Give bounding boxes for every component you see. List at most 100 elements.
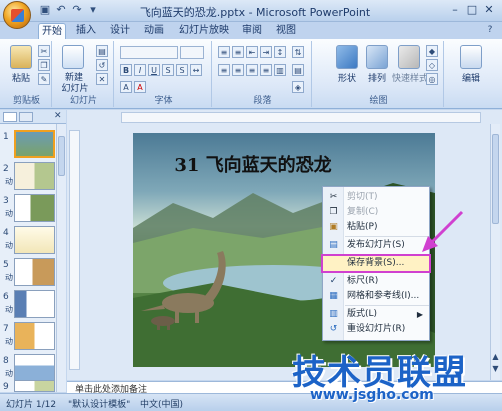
shape-effects-icon[interactable]: ◎ bbox=[426, 73, 438, 85]
cut-icon[interactable]: ✂ bbox=[38, 45, 50, 57]
new-slide-icon[interactable] bbox=[62, 45, 84, 69]
tab-review[interactable]: 审阅 bbox=[238, 23, 266, 39]
paste-icon[interactable] bbox=[10, 45, 32, 69]
slide-thumbnail[interactable] bbox=[14, 258, 55, 286]
menu-item-label: 剪切(T) bbox=[347, 192, 378, 202]
slide-title[interactable]: 31 飞向蓝天的恐龙 bbox=[133, 151, 373, 177]
slide-thumbnail[interactable] bbox=[14, 130, 55, 158]
slide-thumbnail[interactable] bbox=[14, 354, 55, 382]
paste-button[interactable]: 粘贴 bbox=[6, 71, 36, 84]
office-logo-icon bbox=[11, 9, 24, 22]
increase-indent-icon[interactable]: ⇥ bbox=[260, 46, 272, 58]
font-size-combo[interactable] bbox=[180, 46, 204, 59]
slides-tab[interactable] bbox=[3, 112, 17, 122]
editing-button[interactable]: 编辑 bbox=[452, 71, 490, 84]
slide-number: 4 bbox=[3, 228, 9, 238]
bullets-icon[interactable]: ≡ bbox=[218, 46, 230, 58]
columns-icon[interactable]: ▥ bbox=[274, 64, 286, 76]
menu-item-ruler[interactable]: ✓ 标尺(R) bbox=[323, 274, 429, 289]
scrollbar-thumb[interactable] bbox=[58, 136, 65, 176]
menu-item-layout[interactable]: ▥ 版式(L) ▶ bbox=[323, 307, 429, 322]
reset-icon[interactable]: ↺ bbox=[96, 59, 108, 71]
animation-marker: 动 bbox=[5, 241, 13, 250]
tab-animation[interactable]: 动画 bbox=[140, 23, 168, 39]
bold-icon[interactable]: B bbox=[120, 64, 132, 76]
find-icon[interactable] bbox=[460, 45, 482, 69]
redo-icon[interactable]: ↷ bbox=[70, 3, 84, 17]
tab-home[interactable]: 开始 bbox=[38, 23, 66, 39]
slide-number: 3 bbox=[3, 196, 9, 206]
menu-item-reset-slide[interactable]: ↺ 重设幻灯片(R) bbox=[323, 322, 429, 337]
align-center-icon[interactable]: ≡ bbox=[232, 64, 244, 76]
qat-dropdown-icon[interactable]: ▾ bbox=[86, 3, 100, 17]
shape-fill-icon[interactable]: ◆ bbox=[426, 45, 438, 57]
quick-styles-icon[interactable] bbox=[398, 45, 420, 69]
tab-design[interactable]: 设计 bbox=[106, 23, 134, 39]
shape-outline-icon[interactable]: ◇ bbox=[426, 59, 438, 71]
menu-item-save-background[interactable]: 保存背景(S)... bbox=[321, 254, 431, 273]
slide-counter: 幻灯片 1/12 bbox=[6, 400, 57, 410]
italic-icon[interactable]: I bbox=[134, 64, 146, 76]
align-right-icon[interactable]: ≡ bbox=[246, 64, 258, 76]
tab-slideshow[interactable]: 幻灯片放映 bbox=[176, 23, 232, 39]
align-text-icon[interactable]: ▤ bbox=[292, 64, 304, 76]
save-icon[interactable]: ▣ bbox=[38, 3, 52, 17]
close-panel-icon[interactable]: ✕ bbox=[54, 111, 62, 121]
underline-icon[interactable]: U bbox=[148, 64, 160, 76]
paragraph-label: 段落 bbox=[253, 96, 272, 106]
menu-item-publish-slides[interactable]: ▤ 发布幻灯片(S) bbox=[323, 238, 429, 253]
menu-item-label: 保存背景(S)... bbox=[347, 258, 405, 268]
menu-item-cut[interactable]: ✂ 剪切(T) bbox=[323, 190, 429, 205]
menu-item-copy[interactable]: ❐ 复制(C) bbox=[323, 205, 429, 220]
office-button[interactable] bbox=[3, 1, 31, 29]
char-spacing-icon[interactable]: ↔ bbox=[190, 64, 202, 76]
slide-thumbnail[interactable] bbox=[14, 322, 55, 350]
copy-icon[interactable]: ❐ bbox=[38, 59, 50, 71]
animation-marker: 动 bbox=[5, 369, 13, 378]
slides-panel-scrollbar[interactable] bbox=[56, 124, 66, 392]
change-case-icon[interactable]: A bbox=[120, 81, 132, 93]
align-left-icon[interactable]: ≡ bbox=[218, 64, 230, 76]
menu-item-paste[interactable]: ▣ 粘贴(P) bbox=[323, 220, 429, 235]
decrease-indent-icon[interactable]: ⇤ bbox=[246, 46, 258, 58]
editing-group: 编辑 bbox=[446, 41, 500, 107]
smartart-icon[interactable]: ◈ bbox=[292, 81, 304, 93]
publish-icon: ▤ bbox=[329, 240, 338, 250]
close-icon[interactable]: ✕ bbox=[481, 2, 497, 17]
undo-icon[interactable]: ↶ bbox=[54, 3, 68, 17]
help-icon[interactable]: ? bbox=[484, 25, 496, 37]
text-direction-icon[interactable]: ⇅ bbox=[292, 46, 304, 58]
tab-view[interactable]: 视图 bbox=[272, 23, 300, 39]
slide-thumbnail[interactable] bbox=[14, 194, 55, 222]
font-name-combo[interactable] bbox=[120, 46, 178, 59]
slide-thumbnail[interactable] bbox=[14, 290, 55, 318]
main-scrollbar[interactable]: ▲ ▼ bbox=[490, 124, 500, 380]
line-spacing-icon[interactable]: ↕ bbox=[274, 46, 286, 58]
slide-number: 2 bbox=[3, 164, 9, 174]
outline-tab[interactable] bbox=[19, 112, 33, 122]
justify-icon[interactable]: ≡ bbox=[260, 64, 272, 76]
delete-slide-icon[interactable]: ✕ bbox=[96, 73, 108, 85]
scrollbar-thumb[interactable] bbox=[492, 134, 499, 224]
shapes-icon[interactable] bbox=[336, 45, 358, 69]
font-color-icon[interactable]: A bbox=[134, 81, 146, 93]
maximize-icon[interactable]: □ bbox=[464, 2, 480, 17]
menu-separator bbox=[345, 305, 429, 306]
font-label: 字体 bbox=[154, 96, 173, 106]
slides-group: 新建 幻灯片 ▤ ↺ ✕ 幻灯片 bbox=[54, 41, 114, 107]
format-painter-icon[interactable]: ✎ bbox=[38, 73, 50, 85]
slide-thumbnail[interactable] bbox=[14, 226, 55, 254]
numbering-icon[interactable]: ≡ bbox=[232, 46, 244, 58]
watermark-url: www.jsgho.com bbox=[310, 387, 434, 403]
minimize-icon[interactable]: – bbox=[447, 2, 463, 17]
slide-thumbnail[interactable] bbox=[14, 162, 55, 190]
tab-insert[interactable]: 插入 bbox=[72, 23, 100, 39]
arrange-icon[interactable] bbox=[366, 45, 388, 69]
shadow-icon[interactable]: S bbox=[176, 64, 188, 76]
slides-panel: 1 2 动 3 动 4 动 5 动 6 动 7 动 8 动 9 bbox=[0, 124, 66, 392]
strikethrough-icon[interactable]: S bbox=[162, 64, 174, 76]
slide-thumbnail[interactable] bbox=[14, 380, 55, 392]
paste-icon: ▣ bbox=[329, 222, 338, 232]
menu-item-grid-guides[interactable]: ▦ 网格和参考线(I)... bbox=[323, 289, 429, 304]
layout-icon[interactable]: ▤ bbox=[96, 45, 108, 57]
